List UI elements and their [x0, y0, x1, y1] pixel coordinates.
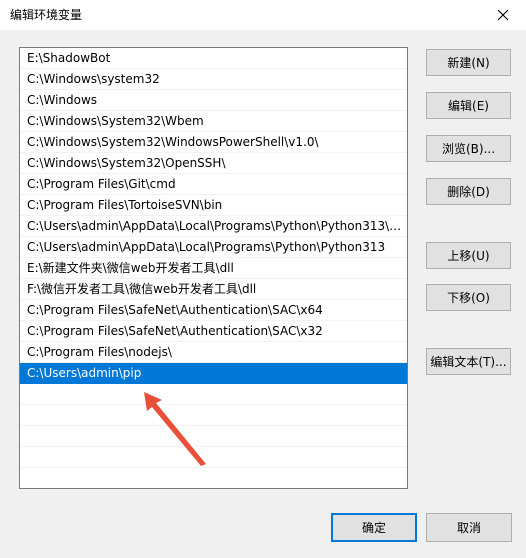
move-up-button[interactable]: 上移(U)	[426, 242, 511, 269]
edit-text-button[interactable]: 编辑文本(T)...	[426, 348, 511, 375]
list-item[interactable]: C:\Users\admin\AppData\Local\Programs\Py…	[20, 216, 407, 237]
list-item[interactable]: C:\Windows\System32\WindowsPowerShell\v1…	[20, 132, 407, 153]
new-button[interactable]: 新建(N)	[426, 49, 511, 76]
list-item[interactable]: F:\微信开发者工具\微信web开发者工具\dll	[20, 279, 407, 300]
list-item[interactable]: C:\Users\admin\AppData\Local\Programs\Py…	[20, 237, 407, 258]
close-button[interactable]	[480, 0, 526, 30]
empty-list-row[interactable]	[20, 426, 407, 447]
empty-list-row[interactable]	[20, 468, 407, 488]
list-item[interactable]: C:\Program Files\SafeNet\Authentication\…	[20, 321, 407, 342]
list-item[interactable]: E:\新建文件夹\微信web开发者工具\dll	[20, 258, 407, 279]
list-item[interactable]: C:\Windows\System32\Wbem	[20, 111, 407, 132]
list-item[interactable]: C:\Windows\system32	[20, 69, 407, 90]
path-list[interactable]: E:\ShadowBot C:\Windows\system32 C:\Wind…	[19, 47, 408, 489]
window-title: 编辑环境变量	[10, 8, 83, 22]
delete-button[interactable]: 删除(D)	[426, 178, 511, 205]
title-bar: 编辑环境变量	[0, 0, 526, 30]
list-item[interactable]: C:\Program Files\TortoiseSVN\bin	[20, 195, 407, 216]
empty-list-row[interactable]	[20, 384, 407, 405]
browse-button[interactable]: 浏览(B)...	[426, 135, 511, 162]
ok-button[interactable]: 确定	[331, 513, 417, 542]
cancel-button[interactable]: 取消	[426, 513, 512, 542]
list-item[interactable]: C:\Program Files\SafeNet\Authentication\…	[20, 300, 407, 321]
move-down-button[interactable]: 下移(O)	[426, 284, 511, 311]
edit-button[interactable]: 编辑(E)	[426, 92, 511, 119]
list-item[interactable]: C:\Program Files\nodejs\	[20, 342, 407, 363]
list-item[interactable]: E:\ShadowBot	[20, 48, 407, 69]
list-item[interactable]: C:\Users\admin\pip	[20, 363, 407, 384]
empty-list-row[interactable]	[20, 447, 407, 468]
empty-list-row[interactable]	[20, 405, 407, 426]
red-arrow-icon	[144, 392, 206, 466]
list-item[interactable]: C:\Windows	[20, 90, 407, 111]
list-item[interactable]: C:\Windows\System32\OpenSSH\	[20, 153, 407, 174]
close-icon	[497, 9, 509, 21]
list-item[interactable]: C:\Program Files\Git\cmd	[20, 174, 407, 195]
